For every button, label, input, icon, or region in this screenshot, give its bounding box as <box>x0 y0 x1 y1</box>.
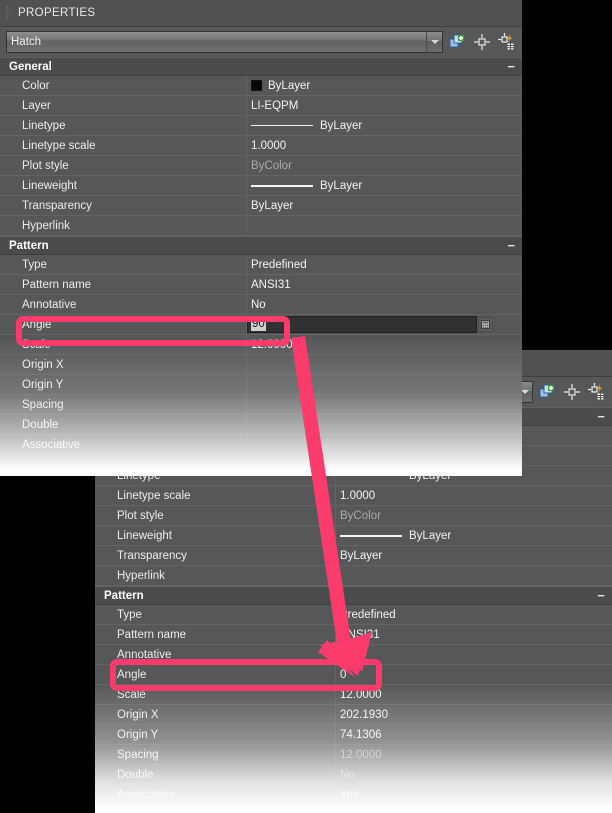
angle-row-highlight-before <box>16 316 290 346</box>
angle-row-highlight-after <box>110 659 382 691</box>
annotation-arrow <box>291 336 372 678</box>
